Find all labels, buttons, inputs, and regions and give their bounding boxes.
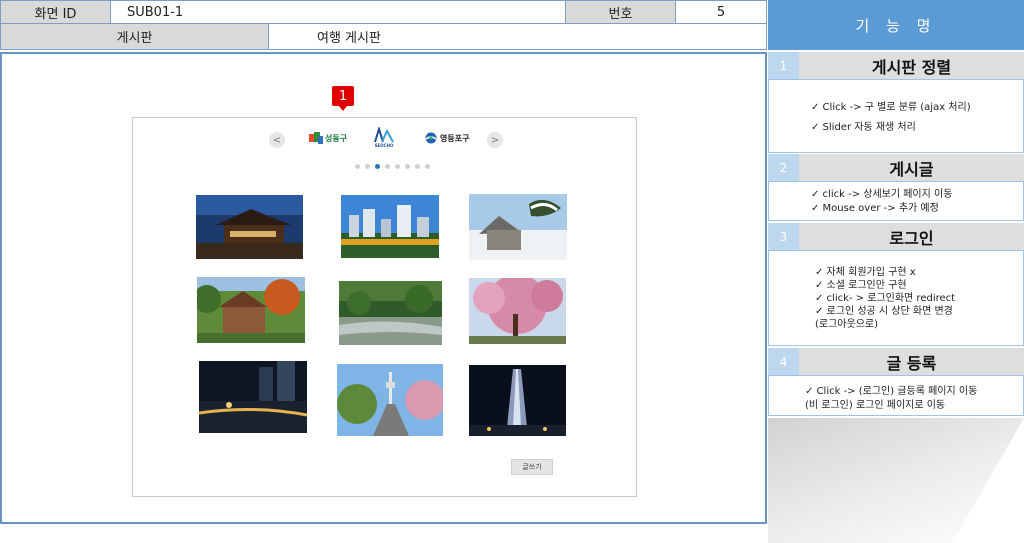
post-thumbnail-9[interactable]: [469, 365, 566, 436]
logo-seongdong[interactable]: 성동구: [309, 132, 347, 144]
feature-section-2-number: 2: [768, 154, 799, 181]
feature-section-3-body: ✓ 자체 회원가입 구현 x ✓ 소셜 로그인만 구현 ✓ click- > 로…: [768, 250, 1024, 346]
logo-seongdong-text: 성동구: [325, 133, 348, 143]
feature-section-1-body: ✓ Click -> 구 별로 분류 (ajax 처리) ✓ Slider 자동…: [768, 79, 1024, 153]
post-thumbnail-1[interactable]: [196, 195, 303, 259]
post-thumbnail-3[interactable]: [469, 194, 567, 260]
garden-house-image: [197, 277, 305, 343]
carousel-prev-button[interactable]: <: [269, 132, 285, 148]
carousel-indicators: [355, 164, 430, 169]
feature-section-1-number: 1: [768, 52, 799, 79]
storyboard: 화면 ID SUB01-1 번호 5 게시판 여행 게시판 1 2 3 < > …: [0, 0, 1024, 543]
feature-section-3-title: 로그인: [799, 223, 1024, 250]
seongdong-emblem-icon: [309, 132, 323, 144]
category-value: 여행 게시판: [317, 31, 381, 46]
carousel-dot[interactable]: [405, 164, 410, 169]
cherry-blossom-image: [469, 278, 566, 344]
post-thumbnail-4[interactable]: [197, 277, 305, 343]
header-row-screen-id: 화면 ID SUB01-1 번호 5: [0, 0, 767, 24]
feature-line: ✓ 소셜 로그인만 구현: [815, 280, 907, 291]
feature-section-4-title: 글 등록: [799, 348, 1024, 375]
city-skyline-image: [341, 195, 439, 258]
carousel-dot[interactable]: [365, 164, 370, 169]
feature-section-1-title: 게시판 정렬: [799, 52, 1024, 79]
seocho-emblem-icon: [374, 127, 394, 143]
city-night-stream-image: [199, 361, 307, 433]
screen-id-value: SUB01-1: [111, 1, 566, 23]
lotte-tower-night-image: [469, 365, 566, 436]
feature-section-1-header: 1 게시판 정렬: [768, 52, 1024, 79]
number-value: 5: [716, 4, 726, 20]
carousel-dot[interactable]: [375, 164, 380, 169]
carousel-dot[interactable]: [385, 164, 390, 169]
feature-section-3-number: 3: [768, 223, 799, 250]
feature-line: (비 로그인) 로그인 페이지로 이동: [805, 400, 946, 411]
post-thumbnail-8[interactable]: [337, 364, 443, 436]
feature-line: ✓ 자체 회원가입 구현 x: [815, 267, 916, 278]
palace-night-image: [196, 195, 303, 259]
feature-line: ✓ 로그인 성공 시 상단 화면 변경: [815, 306, 953, 317]
number-label: 번호: [566, 1, 676, 23]
carousel-next-button[interactable]: >: [487, 132, 503, 148]
logo-seocho-text: SEOCHO: [374, 143, 394, 148]
category-label: 게시판: [1, 24, 269, 49]
screen-canvas: 1 2 3 < > 성동구 SEOCHO: [0, 52, 767, 524]
feature-line: ✓ Slider 자동 재생 처리: [811, 122, 916, 133]
marker-1: 1: [332, 86, 354, 111]
post-thumbnail-7[interactable]: [199, 361, 307, 433]
logo-yeongdeungpo[interactable]: 영등포구: [425, 132, 469, 144]
screen-id-label: 화면 ID: [1, 1, 111, 23]
feature-line: ✓ Click -> 구 별로 분류 (ajax 처리): [811, 102, 971, 113]
panel-shadow: [768, 418, 1024, 543]
logo-yeongdeungpo-text: 영등포구: [440, 133, 470, 143]
feature-line: (로그아웃으로): [815, 319, 879, 330]
feature-section-2-header: 2 게시글: [768, 154, 1024, 181]
feature-line: ✓ click- > 로그인화면 redirect: [815, 293, 956, 304]
feature-section-4-header: 4 글 등록: [768, 348, 1024, 375]
feature-line: ✓ Click -> (로그인) 글등록 페이지 이동: [805, 386, 978, 397]
feature-panel-title: 기 능 명: [768, 0, 1024, 50]
feature-line: ✓ click -> 상세보기 페이지 이동: [811, 189, 953, 200]
carousel-dot[interactable]: [355, 164, 360, 169]
feature-line: ✓ Mouse over -> 추가 예정: [811, 203, 939, 214]
header-row-category: 게시판 여행 게시판: [0, 24, 767, 50]
yeongdeungpo-emblem-icon: [425, 132, 437, 144]
post-thumbnail-2[interactable]: [341, 195, 439, 258]
write-post-button[interactable]: 글쓰기: [511, 459, 553, 475]
feature-section-2-title: 게시글: [799, 154, 1024, 181]
travel-board: < > 성동구 SEOCHO 영등포구 글쓰기: [132, 117, 637, 497]
carousel-dot[interactable]: [415, 164, 420, 169]
snowy-fortress-image: [469, 194, 567, 260]
feature-section-4-number: 4: [768, 348, 799, 375]
seoul-tower-image: [337, 364, 443, 436]
carousel-dot[interactable]: [395, 164, 400, 169]
logo-seocho[interactable]: SEOCHO: [373, 127, 395, 148]
feature-section-3-header: 3 로그인: [768, 223, 1024, 250]
carousel-dot[interactable]: [425, 164, 430, 169]
valley-stream-image: [339, 281, 442, 345]
feature-section-4-body: ✓ Click -> (로그인) 글등록 페이지 이동 (비 로그인) 로그인 …: [768, 375, 1024, 416]
post-thumbnail-5[interactable]: [339, 281, 442, 345]
feature-section-2-body: ✓ click -> 상세보기 페이지 이동 ✓ Mouse over -> 추…: [768, 181, 1024, 221]
post-thumbnail-6[interactable]: [469, 278, 566, 344]
